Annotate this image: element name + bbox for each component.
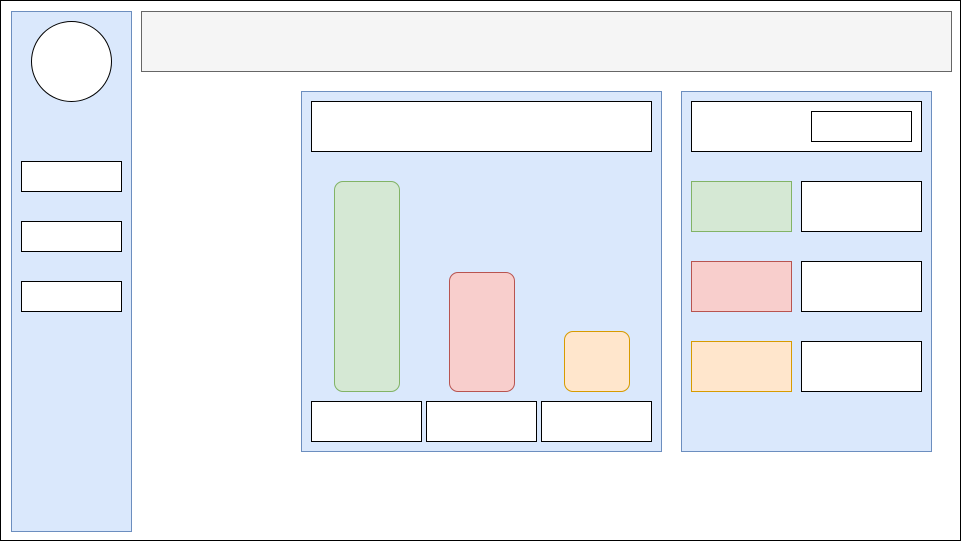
legend-swatch-orange: [691, 341, 792, 392]
wireframe-canvas: [0, 0, 961, 541]
legend-card: [681, 91, 932, 452]
legend-label-box-1: [801, 181, 922, 232]
legend-swatch-green: [691, 181, 792, 232]
bar-3: [564, 331, 630, 392]
legend-label-box-2: [801, 261, 922, 312]
legend-action-button[interactable]: [811, 111, 912, 142]
bar-label-box-3: [541, 401, 652, 442]
legend-swatch-red: [691, 261, 792, 312]
chart-card: [301, 91, 662, 452]
legend-title: [692, 102, 807, 151]
bar-2: [449, 272, 515, 392]
bar-label-box-1: [311, 401, 422, 442]
header-bar: [141, 11, 952, 72]
bar-1: [334, 181, 400, 392]
sidebar-item-3[interactable]: [21, 281, 122, 312]
bar-label-box-2: [426, 401, 537, 442]
sidebar: [11, 11, 132, 532]
chart-title-box: [311, 101, 652, 152]
bar-area: [311, 181, 652, 392]
sidebar-item-1[interactable]: [21, 161, 122, 192]
sidebar-item-2[interactable]: [21, 221, 122, 252]
legend-label-box-3: [801, 341, 922, 392]
avatar[interactable]: [31, 21, 112, 102]
legend-header-box: [691, 101, 922, 152]
